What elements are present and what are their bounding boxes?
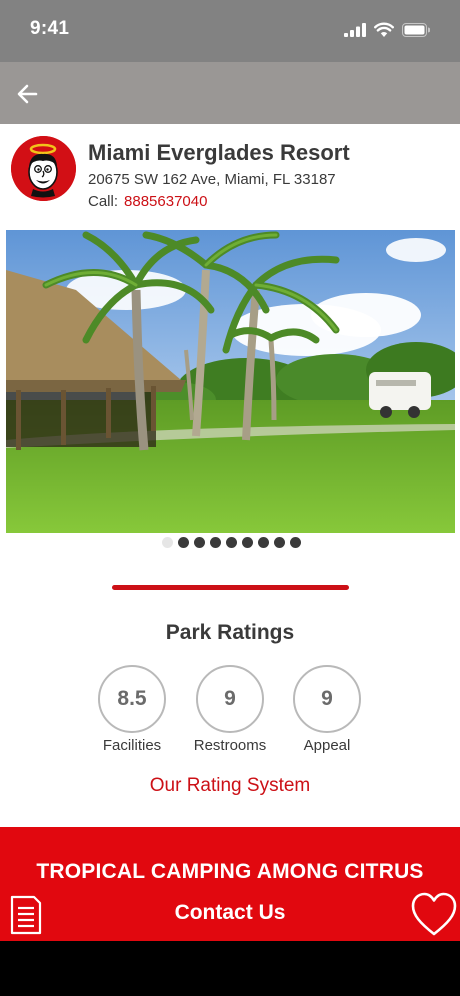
back-button[interactable] xyxy=(14,80,42,108)
pagination-dot[interactable] xyxy=(257,537,269,548)
rating-restrooms: 9 Restrooms xyxy=(180,665,280,754)
nav-bar xyxy=(0,62,460,124)
park-name: Miami Everglades Resort xyxy=(88,140,350,165)
wifi-icon xyxy=(374,22,394,37)
pagination-dot[interactable] xyxy=(273,537,285,548)
pagination-dot[interactable] xyxy=(209,537,221,548)
arrow-left-icon xyxy=(17,84,38,104)
menu-list-icon xyxy=(10,895,42,935)
call-label: Call: xyxy=(88,193,119,210)
park-photo[interactable] xyxy=(6,230,455,533)
status-time: 9:41 xyxy=(30,18,70,39)
call-row: Call: 8885637040 xyxy=(88,193,207,210)
contact-us-button[interactable]: Contact Us xyxy=(130,901,330,925)
promo-bar: TROPICAL CAMPING AMONG CITRUS Contact Us xyxy=(0,827,460,941)
rating-label: Appeal xyxy=(303,737,351,754)
ratings-title: Park Ratings xyxy=(165,621,295,644)
pagination-dot[interactable] xyxy=(177,537,189,548)
pagination-dot[interactable] xyxy=(225,537,237,548)
bottom-system-bar xyxy=(0,941,460,996)
campground-photo-illustration xyxy=(6,230,455,533)
rating-value: 9 xyxy=(293,665,361,733)
park-logo xyxy=(11,136,76,201)
menu-button[interactable] xyxy=(10,895,42,935)
photo-pagination xyxy=(0,537,460,548)
rating-facilities: 8.5 Facilities xyxy=(82,665,182,754)
pagination-dot[interactable] xyxy=(289,537,301,548)
rating-label: Facilities xyxy=(102,737,162,754)
rating-system-link[interactable]: Our Rating System xyxy=(0,775,460,797)
signal-icon xyxy=(344,22,366,37)
battery-icon xyxy=(402,22,430,37)
rating-value: 8.5 xyxy=(98,665,166,733)
rating-appeal: 9 Appeal xyxy=(277,665,377,754)
section-divider xyxy=(112,585,349,590)
pagination-dot[interactable] xyxy=(161,537,173,548)
status-icons xyxy=(344,22,430,37)
promo-tagline: TROPICAL CAMPING AMONG CITRUS xyxy=(36,860,424,883)
favorite-button[interactable] xyxy=(410,891,458,939)
angel-mascot-icon xyxy=(11,136,76,201)
pagination-dot[interactable] xyxy=(193,537,205,548)
pagination-dot[interactable] xyxy=(241,537,253,548)
park-header: Miami Everglades Resort 20675 SW 162 Ave… xyxy=(0,124,460,224)
rating-label: Restrooms xyxy=(193,737,267,754)
status-bar: 9:41 xyxy=(0,0,460,62)
phone-link[interactable]: 8885637040 xyxy=(124,193,207,210)
rating-value: 9 xyxy=(196,665,264,733)
heart-icon xyxy=(411,892,457,936)
park-address: 20675 SW 162 Ave, Miami, FL 33187 xyxy=(88,171,336,188)
